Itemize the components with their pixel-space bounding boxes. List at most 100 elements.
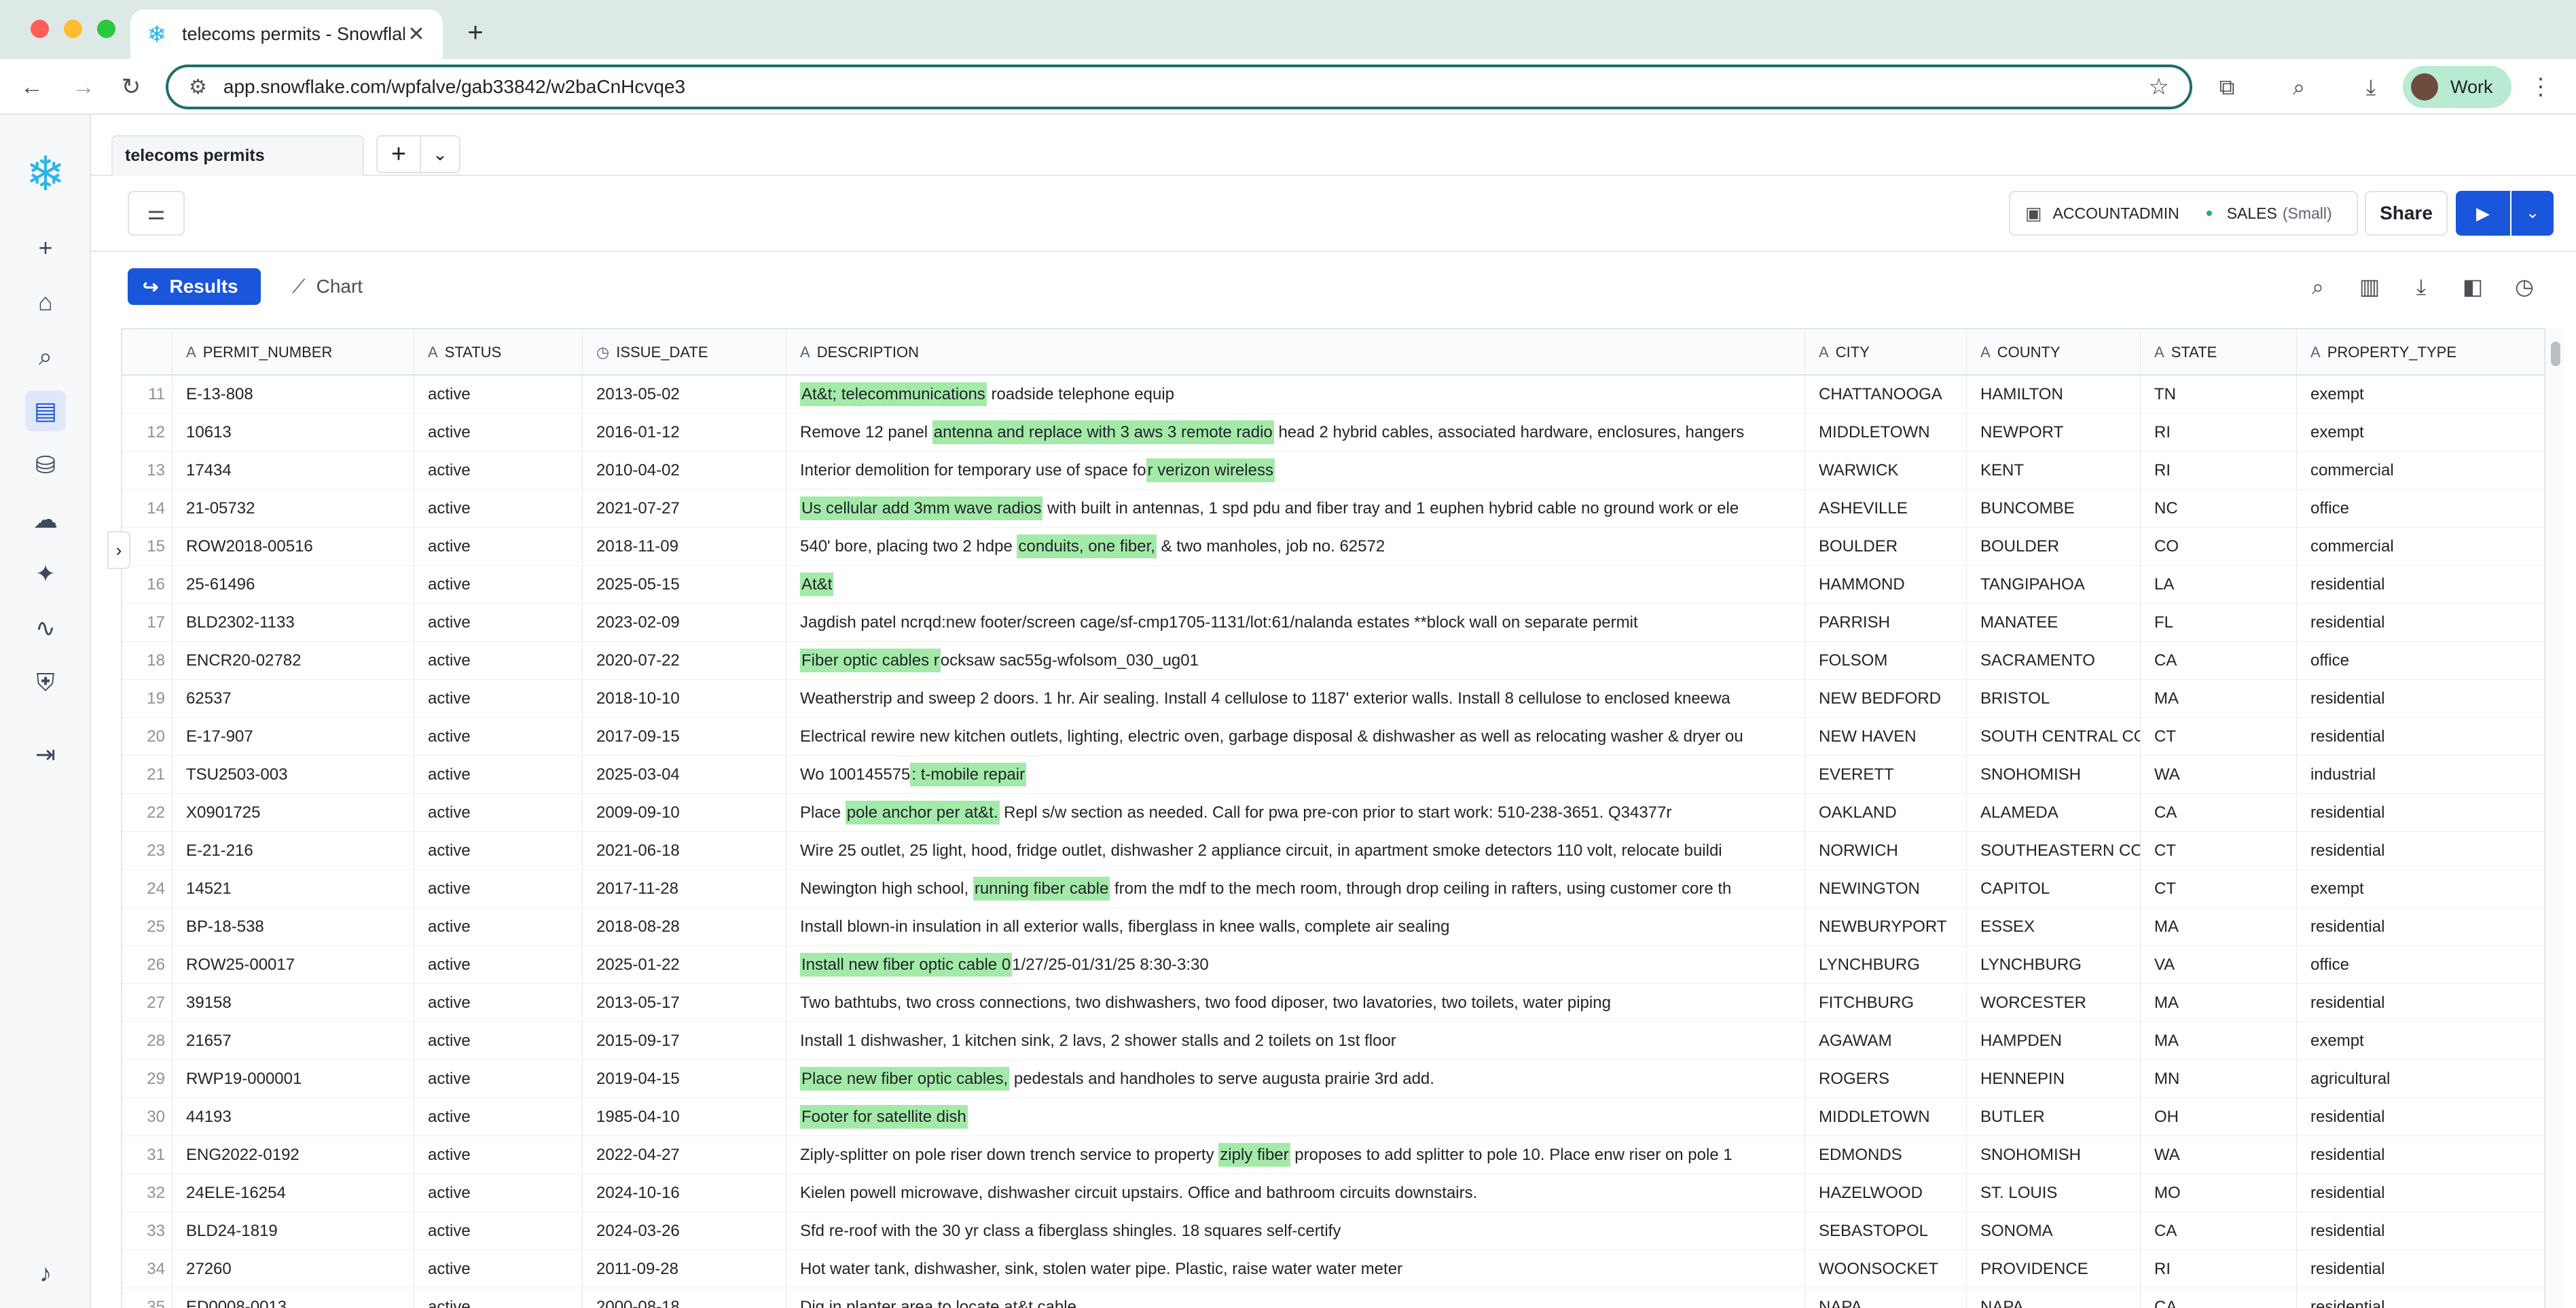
cell-status[interactable]: active (414, 794, 583, 831)
cell-property-type[interactable]: exempt (2297, 1022, 2544, 1059)
filter-settings-icon[interactable]: ⚌ (128, 191, 185, 236)
cell-issue-date[interactable]: 2019-04-15 (583, 1060, 786, 1097)
cell-issue-date[interactable]: 2021-06-18 (583, 832, 786, 869)
cell-county[interactable]: BUTLER (1967, 1098, 2141, 1136)
cell-description[interactable]: Install blown-in insulation in all exter… (786, 908, 1805, 945)
column-header-county[interactable]: A COUNTY (1967, 329, 2141, 374)
cell-description[interactable]: Install 1 dishwasher, 1 kitchen sink, 2 … (786, 1022, 1805, 1059)
cell-city[interactable]: OAKLAND (1805, 794, 1967, 831)
cell-property-type[interactable]: commercial (2297, 528, 2544, 565)
table-row[interactable]: 19 62537 active 2018-10-10 Weatherstrip and … (122, 680, 2544, 718)
cell-status[interactable]: active (414, 718, 583, 755)
table-row[interactable]: 28 21657 active 2015-09-17 Install 1 dishwas… (122, 1022, 2544, 1060)
cell-state[interactable]: MA (2141, 1022, 2297, 1059)
cell-county[interactable]: SNOHOMISH (1967, 1136, 2141, 1174)
sparkle-icon[interactable]: ✦ (25, 553, 66, 594)
cell-status[interactable]: active (414, 642, 583, 679)
table-row[interactable]: 13 17434 active 2010-04-02 Interior demoliti… (122, 452, 2544, 490)
cell-description[interactable]: Wire 25 outlet, 25 light, hood, fridge o… (786, 832, 1805, 869)
table-row[interactable]: 18 ENCR20-02782 active 2020-07-22 Fiber opti… (122, 642, 2544, 680)
query-history-icon[interactable]: ◷ (2506, 268, 2543, 305)
cell-property-type[interactable]: exempt (2297, 414, 2544, 451)
address-bar[interactable]: ⚙ app.snowflake.com/wpfalve/gab33842/w2b… (166, 65, 2192, 109)
cell-property-type[interactable]: residential (2297, 1174, 2544, 1212)
cell-property-type[interactable]: exempt (2297, 376, 2544, 413)
cell-permit-number[interactable]: TSU2503-003 (173, 756, 414, 793)
cell-status[interactable]: active (414, 680, 583, 717)
cell-county[interactable]: NEWPORT (1967, 414, 2141, 451)
cell-county[interactable]: HENNEPIN (1967, 1060, 2141, 1097)
cell-permit-number[interactable]: 25-61496 (173, 566, 414, 603)
cell-property-type[interactable]: office (2297, 946, 2544, 983)
cell-description[interactable]: Fiber optic cables rocksaw sac55g-wfolso… (786, 642, 1805, 679)
column-header-status[interactable]: A STATUS (414, 329, 583, 374)
cell-city[interactable]: AGAWAM (1805, 1022, 1967, 1059)
cell-issue-date[interactable]: 2010-04-02 (583, 452, 786, 489)
cell-county[interactable]: KENT (1967, 452, 2141, 489)
cell-city[interactable]: MIDDLETOWN (1805, 414, 1967, 451)
cell-status[interactable]: active (414, 756, 583, 793)
cell-state[interactable]: CA (2141, 1288, 2297, 1308)
cell-description[interactable]: At&t; telecommunications roadside teleph… (786, 376, 1805, 413)
cell-permit-number[interactable]: E-17-907 (173, 718, 414, 755)
cell-status[interactable]: active (414, 984, 583, 1021)
cell-description[interactable]: Place pole anchor per at&t. Repl s/w sec… (786, 794, 1805, 831)
column-header-permit-number[interactable]: A PERMIT_NUMBER (173, 329, 414, 374)
maximize-window-button[interactable] (97, 20, 115, 38)
cell-permit-number[interactable]: 14521 (173, 870, 414, 907)
table-row[interactable]: 11 E-13-808 active 2013-05-02 At&t; telecomm… (122, 376, 2544, 414)
search-tabs-icon[interactable]: ⌕ (2282, 70, 2316, 104)
chart-tab-button[interactable]: ⟋ Chart (283, 268, 391, 305)
cell-state[interactable]: MO (2141, 1174, 2297, 1212)
worksheet-icon[interactable]: ▤ (25, 390, 66, 431)
cell-status[interactable]: active (414, 870, 583, 907)
cell-permit-number[interactable]: RWP19-000001 (173, 1060, 414, 1097)
cell-state[interactable]: LA (2141, 566, 2297, 603)
cell-issue-date[interactable]: 2024-03-26 (583, 1212, 786, 1250)
cell-description[interactable]: Install new fiber optic cable 01/27/25-0… (786, 946, 1805, 983)
table-row[interactable]: 29 RWP19-000001 active 2019-04-15 Place new … (122, 1060, 2544, 1098)
home-icon[interactable]: ⌂ (25, 282, 66, 323)
cell-city[interactable]: EDMONDS (1805, 1136, 1967, 1174)
cell-status[interactable]: active (414, 1098, 583, 1136)
cell-permit-number[interactable]: X0901725 (173, 794, 414, 831)
reload-icon[interactable]: ↻ (113, 69, 149, 105)
cell-issue-date[interactable]: 2020-07-22 (583, 642, 786, 679)
cell-city[interactable]: NAPA (1805, 1288, 1967, 1308)
cell-description[interactable]: Ziply-splitter on pole riser down trench… (786, 1136, 1805, 1174)
table-row[interactable]: 25 BP-18-538 active 2018-08-28 Install blown… (122, 908, 2544, 946)
cell-permit-number[interactable]: 27260 (173, 1250, 414, 1288)
cell-status[interactable]: active (414, 1288, 583, 1308)
cell-city[interactable]: FITCHBURG (1805, 984, 1967, 1021)
collapse-rail-icon[interactable]: ⇥ (25, 734, 66, 775)
cell-city[interactable]: LYNCHBURG (1805, 946, 1967, 983)
cell-city[interactable]: CHATTANOOGA (1805, 376, 1967, 413)
table-row[interactable]: 26 ROW25-00017 active 2025-01-22 Install new… (122, 946, 2544, 984)
cell-property-type[interactable]: residential (2297, 908, 2544, 945)
cell-property-type[interactable]: residential (2297, 1136, 2544, 1174)
cell-status[interactable]: active (414, 1060, 583, 1097)
cell-state[interactable]: CA (2141, 1212, 2297, 1250)
cell-state[interactable]: MA (2141, 984, 2297, 1021)
extensions-icon[interactable]: ⧉ (2210, 70, 2244, 104)
cell-status[interactable]: active (414, 1022, 583, 1059)
column-header-property-type[interactable]: A PROPERTY_TYPE (2297, 329, 2544, 374)
vertical-scrollbar[interactable] (2544, 328, 2564, 1308)
cell-state[interactable]: CT (2141, 832, 2297, 869)
cell-property-type[interactable]: industrial (2297, 756, 2544, 793)
run-options-chevron-icon[interactable]: ⌄ (2511, 191, 2554, 236)
column-header-issue-date[interactable]: ◷ ISSUE_DATE (583, 329, 786, 374)
expand-panel-chevron-icon[interactable]: › (107, 531, 130, 569)
cell-status[interactable]: active (414, 490, 583, 527)
close-window-button[interactable] (31, 20, 49, 38)
cell-description[interactable]: Place new fiber optic cables, pedestals … (786, 1060, 1805, 1097)
profile-button[interactable]: Work (2403, 66, 2511, 108)
cell-issue-date[interactable]: 2018-08-28 (583, 908, 786, 945)
browser-tab[interactable]: ❄ telecoms permits - Snowflake ✕ (130, 10, 443, 59)
cell-property-type[interactable]: office (2297, 490, 2544, 527)
cell-description[interactable]: Wo 100145575: t-mobile repair (786, 756, 1805, 793)
activity-icon[interactable]: ∿ (25, 608, 66, 649)
cell-city[interactable]: NEWINGTON (1805, 870, 1967, 907)
cell-issue-date[interactable]: 2018-10-10 (583, 680, 786, 717)
cell-state[interactable]: CA (2141, 794, 2297, 831)
